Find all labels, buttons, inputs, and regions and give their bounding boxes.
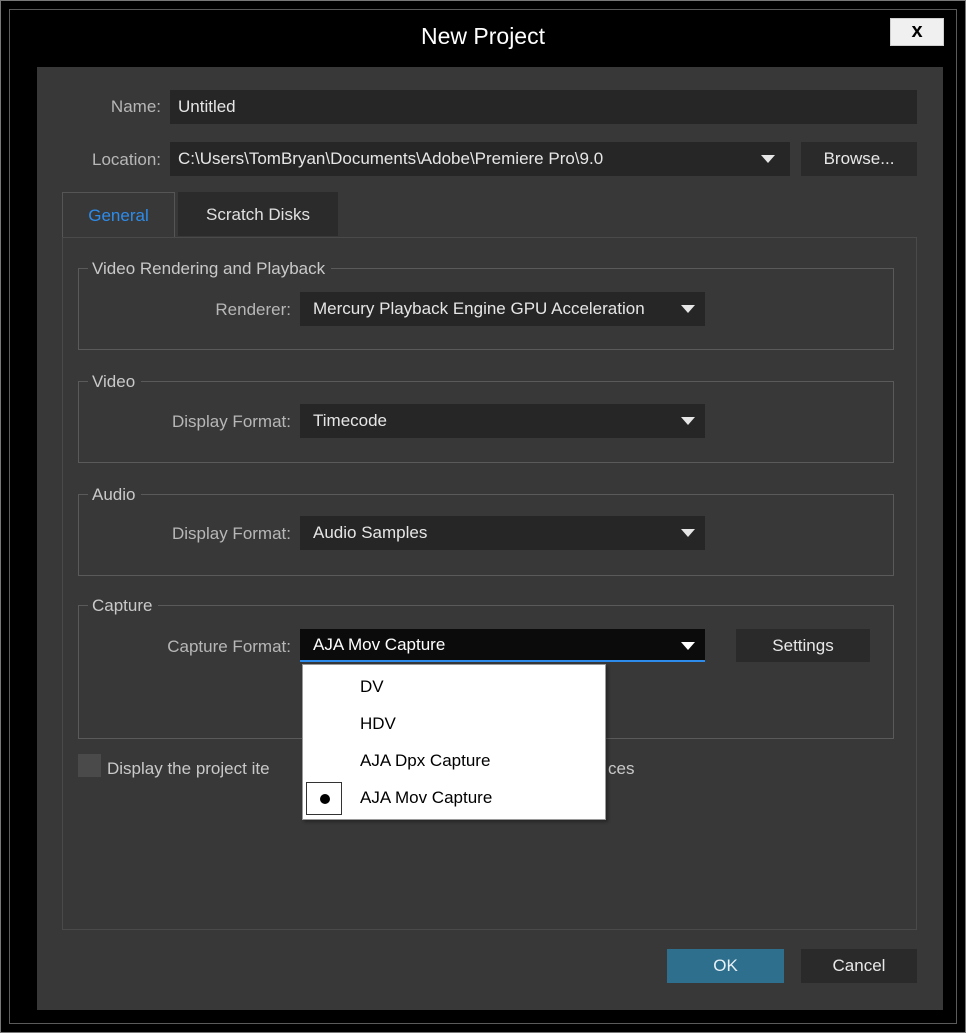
audio-display-format-label: Display Format: [171,524,291,543]
video-title: Video [88,372,142,392]
chevron-down-icon[interactable] [681,529,695,537]
display-project-items-checkbox[interactable] [78,754,101,777]
capture-format-value: AJA Mov Capture [313,635,446,654]
renderer-label: Renderer: [215,300,291,319]
location-select[interactable]: C:\Users\TomBryan\Documents\Adobe\Premie… [170,142,790,176]
menu-item-label: AJA Dpx Capture [360,751,491,770]
dialog-window: New Project x Name: Untitled Location: C… [0,0,966,1033]
renderer-value: Mercury Playback Engine GPU Acceleration [313,299,645,318]
dialog-title: New Project [421,23,545,49]
menu-item-label: HDV [360,714,396,733]
chevron-down-icon[interactable] [681,642,695,650]
checkbox-label-end: ces [608,759,635,778]
video-display-format-label: Display Format: [171,412,291,431]
close-icon: x [911,20,923,42]
checkbox-label-start: Display the project ite [107,759,270,778]
capture-format-select[interactable]: AJA Mov Capture [300,629,705,662]
location-value: C:\Users\TomBryan\Documents\Adobe\Premie… [178,149,604,168]
video-display-format-value: Timecode [313,411,388,430]
capture-title: Capture [88,596,159,616]
capture-format-label: Capture Format: [167,637,291,656]
audio-title: Audio [88,485,142,505]
video-display-format-select[interactable]: Timecode [300,404,705,438]
video-rendering-title: Video Rendering and Playback [88,259,332,279]
close-button[interactable]: x [890,18,944,46]
chevron-down-icon[interactable] [681,417,695,425]
capture-settings-button[interactable]: Settings [736,629,870,662]
location-label: Location: [92,150,161,169]
audio-display-format-select[interactable]: Audio Samples [300,516,705,550]
menu-item-label: AJA Mov Capture [360,788,493,807]
menu-item-aja-mov-capture[interactable]: AJA Mov Capture [303,780,605,816]
name-input[interactable]: Untitled [170,90,917,124]
menu-item-hdv[interactable]: HDV [303,706,605,742]
audio-display-format-value: Audio Samples [313,523,428,542]
ok-button[interactable]: OK [667,949,784,983]
menu-item-label: DV [360,677,384,696]
name-label: Name: [110,97,161,116]
chevron-down-icon[interactable] [761,155,775,163]
menu-item-dv[interactable]: DV [303,669,605,705]
tab-scratch-disks[interactable]: Scratch Disks [178,192,338,236]
renderer-select[interactable]: Mercury Playback Engine GPU Acceleration [300,292,705,326]
bullet-icon [320,794,330,804]
cancel-button[interactable]: Cancel [801,949,917,983]
selected-indicator [306,782,342,815]
capture-format-menu: DV HDV AJA Dpx Capture AJA Mov Capture [302,664,606,820]
menu-item-aja-dpx-capture[interactable]: AJA Dpx Capture [303,743,605,779]
tab-general[interactable]: General [62,192,175,238]
chevron-down-icon[interactable] [681,305,695,313]
browse-button[interactable]: Browse... [801,142,917,176]
